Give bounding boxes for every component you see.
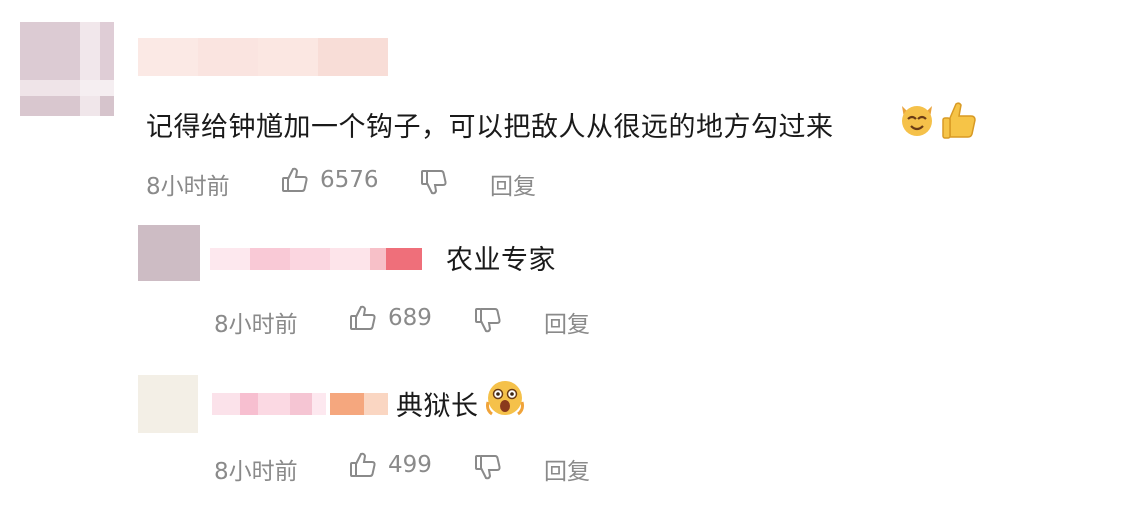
reply-avatar[interactable] — [138, 375, 198, 433]
avatar[interactable] — [20, 22, 114, 116]
like-icon[interactable] — [348, 303, 378, 333]
dislike-icon[interactable] — [473, 452, 503, 482]
like-count: 499 — [388, 452, 432, 478]
reply-text: 农业专家 — [446, 245, 556, 276]
reply-time: 8小时前 — [214, 312, 298, 338]
like-count: 689 — [388, 305, 432, 331]
reply-button[interactable]: 回复 — [490, 167, 536, 201]
reply-text: 典狱长 — [396, 391, 479, 422]
reply-username[interactable] — [212, 393, 388, 415]
reply-username[interactable] — [210, 248, 422, 270]
like-icon[interactable] — [280, 165, 310, 195]
reply-button[interactable]: 回复 — [544, 305, 590, 339]
like-count: 6576 — [320, 167, 379, 193]
reply-time: 8小时前 — [214, 459, 298, 485]
comment-time: 8小时前 — [146, 174, 230, 200]
username[interactable] — [138, 38, 388, 76]
cat-face-emoji — [898, 100, 936, 138]
reply-button[interactable]: 回复 — [544, 452, 590, 486]
like-icon[interactable] — [348, 450, 378, 480]
thumbs-up-emoji — [940, 100, 978, 140]
dislike-icon[interactable] — [473, 305, 503, 335]
comment-text: 记得给钟馗加一个钩子，可以把敌人从很远的地方勾过来 — [146, 105, 834, 144]
reply-avatar[interactable] — [138, 225, 200, 281]
fearful-face-emoji — [485, 378, 525, 418]
dislike-icon[interactable] — [419, 167, 449, 197]
comment-body: 记得给钟馗加一个钩子，可以把敌人从很远的地方勾过来 — [146, 112, 834, 143]
